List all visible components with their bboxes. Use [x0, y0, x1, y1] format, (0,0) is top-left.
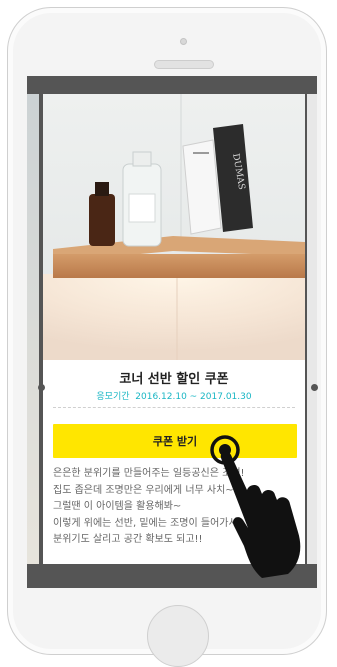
dashed-divider	[53, 407, 295, 408]
home-button[interactable]	[147, 605, 209, 667]
period-value: 2016.12.10 ~ 2017.01.30	[135, 392, 252, 402]
ticket-notch-left	[38, 384, 45, 391]
front-camera	[180, 38, 187, 45]
earpiece-speaker	[154, 60, 214, 69]
hand-tap-icon	[210, 435, 301, 578]
coupon-period: 응모기간 2016.12.10 ~ 2017.01.30	[43, 389, 305, 402]
ticket-notch-right	[311, 384, 318, 391]
coupon-title: 코너 선반 할인 쿠폰	[119, 372, 229, 387]
previous-card-peek[interactable]	[27, 94, 39, 564]
period-label: 응모기간	[96, 392, 130, 402]
product-photo: DUMAS	[43, 94, 305, 360]
next-card-peek[interactable]	[307, 94, 317, 564]
